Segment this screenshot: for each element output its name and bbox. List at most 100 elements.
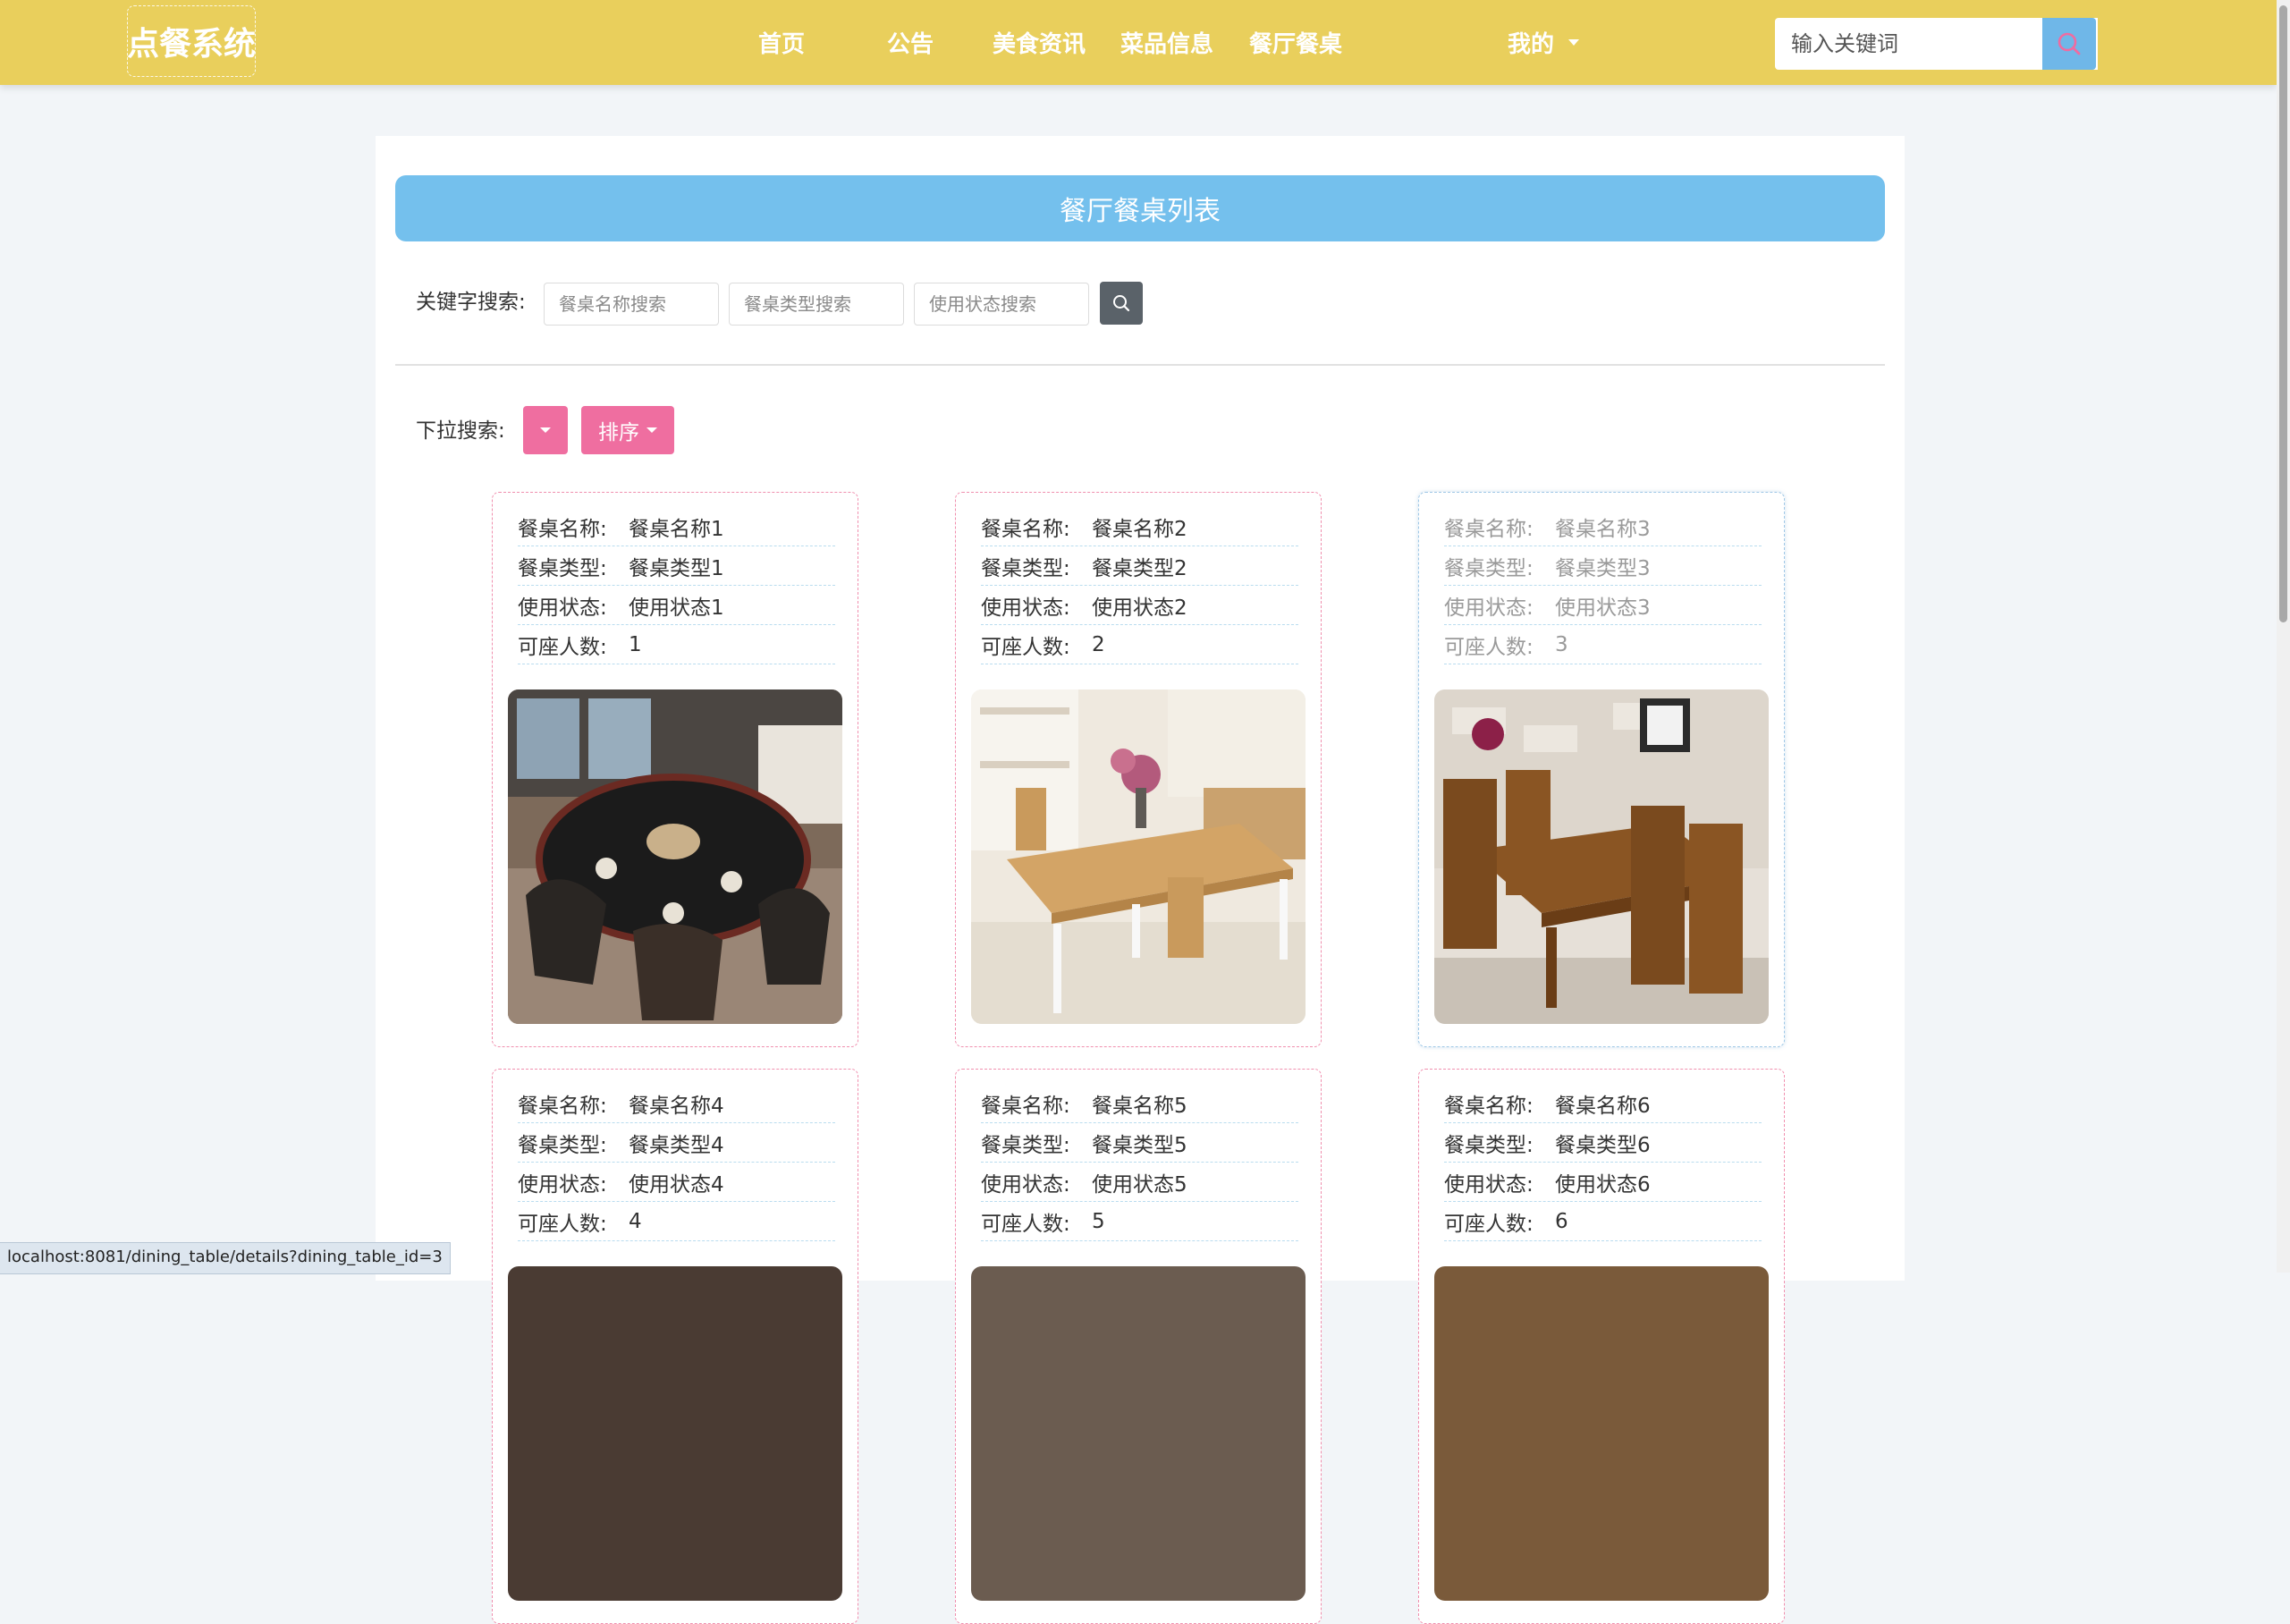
table-name-value: 餐桌名称5 — [1092, 1094, 1187, 1118]
field-row: 餐桌名称: 餐桌名称4 — [518, 1084, 835, 1123]
field-row: 餐桌类型: 餐桌类型4 — [518, 1123, 835, 1163]
table-type-value: 餐桌类型5 — [1092, 1133, 1187, 1157]
table-name-value: 餐桌名称1 — [629, 517, 724, 541]
user-menu-dropdown[interactable]: 我的 — [1508, 0, 1580, 85]
field-row: 可座人数: 1 — [518, 625, 835, 664]
field-label: 餐桌名称: — [1444, 517, 1534, 541]
field-label: 餐桌类型: — [518, 1133, 607, 1157]
field-row: 使用状态: 使用状态5 — [981, 1163, 1298, 1202]
table-type-value: 餐桌类型4 — [629, 1133, 724, 1157]
field-row: 可座人数: 2 — [981, 625, 1298, 664]
seat-count-value: 4 — [629, 1209, 642, 1233]
field-row: 餐桌类型: 餐桌类型5 — [981, 1123, 1298, 1163]
keyword-search-label: 关键字搜索: — [416, 291, 526, 314]
table-name-value: 餐桌名称3 — [1555, 517, 1651, 541]
sort-dropdown-button[interactable]: 排序 — [581, 406, 674, 454]
usage-status-search-input[interactable] — [914, 283, 1089, 326]
field-row: 可座人数: 6 — [1444, 1202, 1762, 1241]
browser-status-url: localhost:8081/dining_table/details?dini… — [0, 1242, 451, 1274]
table-name-search-input[interactable] — [544, 283, 719, 326]
field-row: 餐桌名称: 餐桌名称6 — [1444, 1084, 1762, 1123]
seat-count-value: 1 — [629, 632, 642, 656]
table-card[interactable]: 餐桌名称: 餐桌名称5 餐桌类型: 餐桌类型5 使用状态: 使用状态5 可座人数… — [955, 1069, 1322, 1624]
table-name-value: 餐桌名称2 — [1092, 517, 1187, 541]
table-type-value: 餐桌类型6 — [1555, 1133, 1651, 1157]
field-label: 使用状态: — [981, 596, 1070, 620]
chevron-down-icon — [1568, 39, 1580, 46]
field-label: 餐桌类型: — [1444, 1133, 1534, 1157]
nav-item-dining-tables[interactable]: 餐厅餐桌 — [1249, 0, 1342, 85]
nav-item-announcements[interactable]: 公告 — [887, 0, 934, 85]
scrollbar-thumb[interactable] — [2279, 5, 2287, 622]
field-row: 餐桌名称: 餐桌名称3 — [1444, 507, 1762, 546]
field-label: 可座人数: — [518, 635, 607, 659]
field-label: 使用状态: — [1444, 1172, 1534, 1197]
field-row: 可座人数: 4 — [518, 1202, 835, 1241]
nav-item-dish-info[interactable]: 菜品信息 — [1120, 0, 1213, 85]
user-menu-label: 我的 — [1508, 31, 1555, 58]
table-card[interactable]: 餐桌名称: 餐桌名称1 餐桌类型: 餐桌类型1 使用状态: 使用状态1 可座人数… — [492, 492, 858, 1047]
table-card[interactable]: 餐桌名称: 餐桌名称4 餐桌类型: 餐桌类型4 使用状态: 使用状态4 可座人数… — [492, 1069, 858, 1624]
field-row: 餐桌类型: 餐桌类型2 — [981, 546, 1298, 586]
keyword-search-button[interactable] — [1100, 282, 1143, 325]
search-icon — [1113, 295, 1130, 312]
field-row: 使用状态: 使用状态6 — [1444, 1163, 1762, 1202]
chevron-down-icon — [540, 427, 551, 433]
table-image[interactable] — [508, 689, 842, 1024]
usage-status-value: 使用状态2 — [1092, 596, 1187, 620]
field-label: 可座人数: — [1444, 635, 1534, 659]
table-image[interactable] — [508, 1266, 842, 1601]
page-scrollbar[interactable] — [2277, 0, 2290, 1273]
field-label: 使用状态: — [518, 596, 607, 620]
main-panel: 餐厅餐桌列表 关键字搜索: 下拉搜索: 排序 餐桌名称: 餐桌名称1 餐桌类型:… — [376, 136, 1905, 1624]
field-label: 餐桌名称: — [518, 517, 607, 541]
table-image[interactable] — [1434, 689, 1769, 1024]
field-label: 餐桌名称: — [981, 1094, 1070, 1118]
field-label: 餐桌名称: — [981, 517, 1070, 541]
global-search-button[interactable] — [2042, 18, 2096, 70]
field-row: 可座人数: 3 — [1444, 625, 1762, 664]
field-label: 餐桌类型: — [1444, 556, 1534, 580]
field-row: 餐桌类型: 餐桌类型1 — [518, 546, 835, 586]
field-label: 使用状态: — [1444, 596, 1534, 620]
page-title: 餐厅餐桌列表 — [395, 175, 1885, 241]
field-label: 餐桌类型: — [981, 556, 1070, 580]
chevron-down-icon — [646, 427, 657, 433]
table-image[interactable] — [971, 689, 1306, 1024]
table-type-value: 餐桌类型2 — [1092, 556, 1187, 580]
table-card[interactable]: 餐桌名称: 餐桌名称3 餐桌类型: 餐桌类型3 使用状态: 使用状态3 可座人数… — [1418, 492, 1785, 1047]
field-label: 使用状态: — [518, 1172, 607, 1197]
sort-button-label: 排序 — [598, 421, 639, 444]
usage-status-value: 使用状态4 — [629, 1172, 724, 1197]
table-card[interactable]: 餐桌名称: 餐桌名称2 餐桌类型: 餐桌类型2 使用状态: 使用状态2 可座人数… — [955, 492, 1322, 1047]
field-label: 可座人数: — [981, 1212, 1070, 1236]
field-row: 使用状态: 使用状态4 — [518, 1163, 835, 1202]
table-type-value: 餐桌类型3 — [1555, 556, 1651, 580]
field-row: 使用状态: 使用状态3 — [1444, 586, 1762, 625]
table-type-search-input[interactable] — [729, 283, 904, 326]
seat-count-value: 2 — [1092, 632, 1105, 656]
table-image[interactable] — [971, 1266, 1306, 1601]
usage-status-value: 使用状态6 — [1555, 1172, 1651, 1197]
table-name-value: 餐桌名称4 — [629, 1094, 724, 1118]
field-row: 使用状态: 使用状态2 — [981, 586, 1298, 625]
dropdown-search-label: 下拉搜索: — [416, 419, 505, 443]
site-logo[interactable]: 点餐系统 — [127, 5, 256, 77]
field-row: 餐桌类型: 餐桌类型3 — [1444, 546, 1762, 586]
field-label: 可座人数: — [981, 635, 1070, 659]
usage-status-value: 使用状态1 — [629, 596, 724, 620]
nav-item-food-news[interactable]: 美食资讯 — [993, 0, 1086, 85]
table-card[interactable]: 餐桌名称: 餐桌名称6 餐桌类型: 餐桌类型6 使用状态: 使用状态6 可座人数… — [1418, 1069, 1785, 1624]
field-label: 使用状态: — [981, 1172, 1070, 1197]
field-row: 使用状态: 使用状态1 — [518, 586, 835, 625]
nav-item-home[interactable]: 首页 — [758, 0, 805, 85]
field-label: 餐桌类型: — [518, 556, 607, 580]
field-label: 可座人数: — [518, 1212, 607, 1236]
seat-count-value: 5 — [1092, 1209, 1105, 1233]
field-label: 餐桌类型: — [981, 1133, 1070, 1157]
seat-count-value: 6 — [1555, 1209, 1568, 1233]
dropdown-filter-button[interactable] — [523, 406, 568, 454]
table-image[interactable] — [1434, 1266, 1769, 1601]
field-row: 餐桌名称: 餐桌名称5 — [981, 1084, 1298, 1123]
section-divider — [395, 364, 1885, 366]
